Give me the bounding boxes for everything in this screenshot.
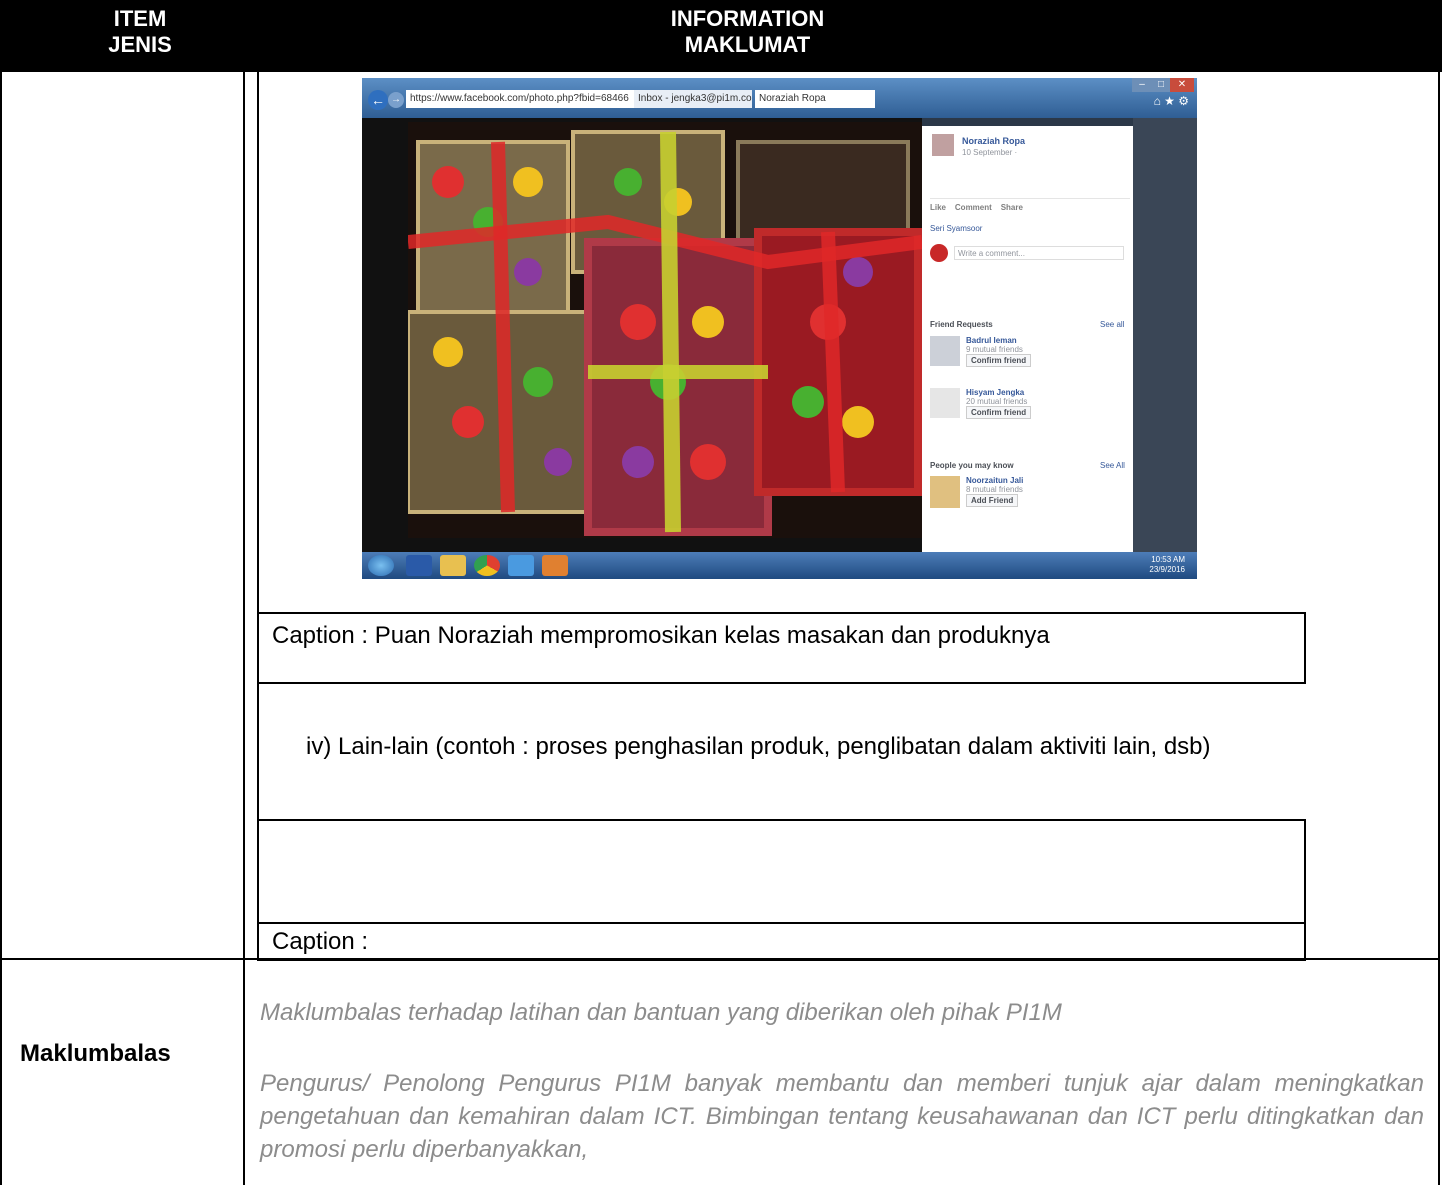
header-item-column: ITEM JENIS — [0, 6, 280, 58]
chat-sidebar — [1133, 118, 1197, 552]
share-link: Share — [1000, 203, 1023, 212]
browser-toolbar: ← → https://www.facebook.com/photo.php?f… — [362, 78, 1197, 118]
comment-link: Comment — [954, 203, 992, 212]
explorer-icon — [440, 555, 466, 576]
system-clock: 10:53 AM 23/9/2016 — [1149, 555, 1185, 574]
minimize-icon: – — [1132, 78, 1152, 92]
friend-request-2: Hisyam Jengka 20 mutual friends Confirm … — [966, 388, 1032, 419]
media-player-icon — [542, 555, 568, 576]
maximize-icon: □ — [1152, 78, 1170, 92]
friend-request-1: Badrul Ieman 9 mutual friends Confirm fr… — [966, 336, 1032, 367]
pymk-avatar — [930, 476, 960, 508]
caption-2: Caption : — [272, 928, 369, 955]
windows-taskbar: 10:53 AM 23/9/2016 — [362, 552, 1197, 579]
liker-name: Seri Syamsoor — [930, 224, 983, 233]
product-photo — [408, 122, 922, 538]
forward-arrow-icon: → — [388, 92, 404, 108]
feedback-answer: Pengurus/ Penolong Pengurus PI1M banyak … — [260, 1070, 1424, 1163]
friend-requests-see-all: See all — [1100, 320, 1125, 329]
photo-box-2 — [257, 819, 1306, 961]
facebook-screenshot: ← → https://www.facebook.com/photo.php?f… — [362, 78, 1197, 579]
post-actions: Like Comment Share — [930, 198, 1130, 212]
author-avatar — [932, 134, 954, 156]
friend-avatar-2 — [930, 388, 960, 418]
address-bar: https://www.facebook.com/photo.php?fbid=… — [406, 90, 638, 108]
table-left-border — [0, 72, 2, 1185]
start-button-icon — [368, 555, 394, 576]
caption-1: Caption : Puan Noraziah mempromosikan ke… — [272, 622, 1050, 649]
header-info-ms: MAKLUMAT — [684, 32, 811, 57]
comment-input: Write a comment... — [954, 246, 1124, 260]
column-divider — [243, 72, 245, 1185]
close-window-icon: ✕ — [1170, 78, 1194, 92]
internet-explorer-icon — [508, 555, 534, 576]
word-icon — [406, 555, 432, 576]
post-date: 10 September · — [962, 148, 1018, 157]
home-star-gear-icons: ⌂ ★ ⚙ — [1153, 94, 1189, 108]
header-item-en: ITEM — [113, 6, 167, 31]
friend-requests-title: Friend Requests — [930, 320, 993, 329]
post-author: Noraziah Ropa — [962, 136, 1026, 146]
friend-avatar-1 — [930, 336, 960, 366]
commenter-avatar — [930, 244, 948, 262]
table-header: ITEM JENIS INFORMATION MAKLUMAT — [0, 0, 1442, 72]
pymk-see-all: See All — [1100, 461, 1125, 470]
photo-viewer — [362, 118, 922, 552]
table-right-border — [1438, 72, 1440, 1185]
pymk-item-1: Noorzaitun Jali 8 mutual friends Add Fri… — [966, 476, 1024, 507]
header-info-column: INFORMATION MAKLUMAT — [330, 6, 1165, 58]
browser-tab-inbox: Inbox - jengka3@pi1m.com.m... — [634, 90, 752, 108]
back-arrow-icon: ← — [368, 90, 388, 110]
header-item-ms: JENIS — [108, 32, 172, 57]
feedback-label: Maklumbalas — [20, 1040, 171, 1067]
caption-2-divider — [257, 922, 1306, 924]
feedback-question: Maklumbalas terhadap latihan dan bantuan… — [260, 999, 1062, 1026]
gift-boxes-image — [408, 122, 922, 538]
like-link: Like — [930, 203, 947, 212]
browser-tab-noraziah: Noraziah Ropa — [755, 90, 875, 108]
facebook-side-panel: Noraziah Ropa 10 September · Like Commen… — [922, 126, 1133, 552]
section-iv-heading: iv) Lain-lain (contoh : proses penghasil… — [306, 733, 1211, 760]
chrome-icon — [474, 555, 500, 576]
header-info-en: INFORMATION — [670, 6, 825, 31]
pymk-title: People you may know — [930, 461, 1014, 470]
